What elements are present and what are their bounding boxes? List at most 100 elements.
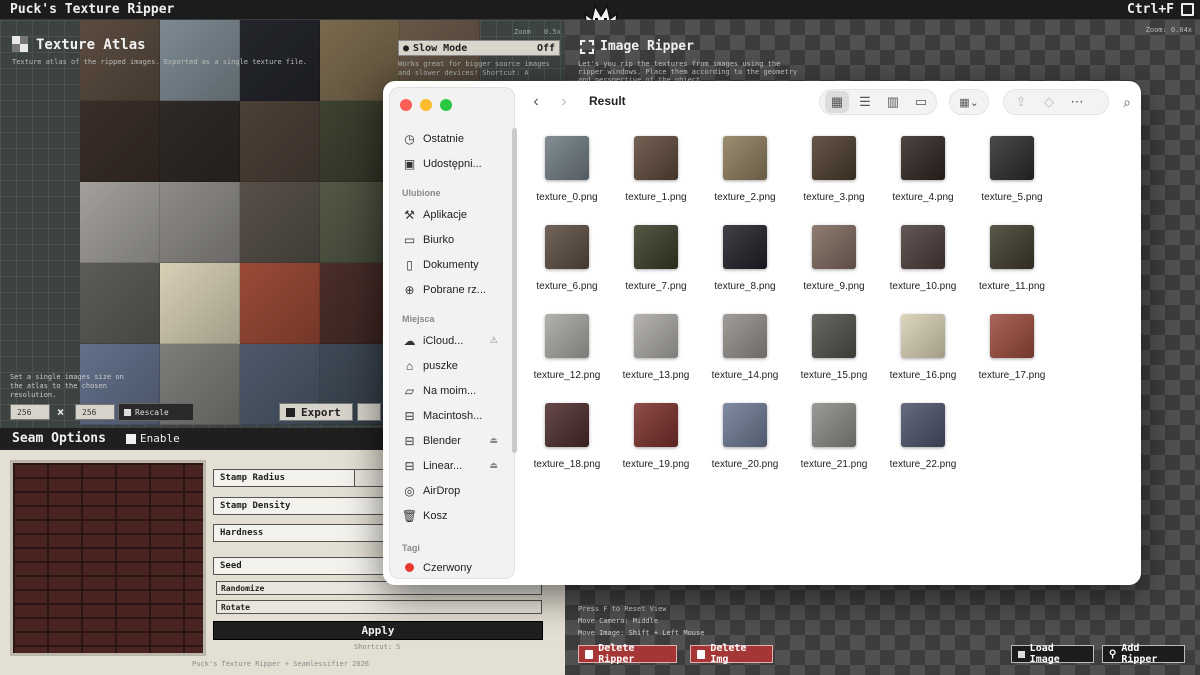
file-name: texture_12.png xyxy=(533,370,601,381)
file-item[interactable]: texture_10.png xyxy=(879,222,967,292)
turtle-icon: ● xyxy=(403,42,410,54)
file-item[interactable]: texture_8.png xyxy=(701,222,789,292)
atlas-tile xyxy=(80,101,160,182)
sidebar-item-trash[interactable]: 🗑 Kosz xyxy=(402,509,512,523)
width-input[interactable]: 256 xyxy=(10,404,50,420)
apply-button[interactable]: Apply xyxy=(213,621,543,640)
slow-mode-toggle[interactable]: ● Slow Mode Off xyxy=(398,40,560,56)
tag-icon[interactable]: ◇ xyxy=(1037,90,1061,114)
finder-window[interactable]: ◷ Ostatnie ▣ Udostępni... Ulubione ⚒ Aplika… xyxy=(383,81,1141,585)
file-item[interactable]: texture_14.png xyxy=(701,311,789,381)
clock-icon: ◷ xyxy=(404,131,415,146)
file-item[interactable]: texture_1.png xyxy=(612,133,700,203)
sidebar-item-blender[interactable]: ⊟ Blender ⏏ xyxy=(402,434,512,448)
seam-title: Seam Options xyxy=(12,431,106,446)
sidebar-item-icloud[interactable]: ☁ iCloud... ⚠ xyxy=(402,334,512,348)
file-item[interactable]: texture_11.png xyxy=(968,222,1056,292)
file-item[interactable]: texture_21.png xyxy=(790,400,878,470)
zoom-icon[interactable] xyxy=(440,99,452,111)
file-item[interactable]: texture_0.png xyxy=(523,133,611,203)
file-thumbnail xyxy=(723,136,767,180)
export-button[interactable]: Export xyxy=(279,403,353,421)
file-name: texture_19.png xyxy=(622,459,690,470)
document-icon: ▯ xyxy=(406,257,413,272)
file-item[interactable]: texture_9.png xyxy=(790,222,878,292)
sidebar-item-airdrop[interactable]: ◎ AirDrop xyxy=(402,484,512,498)
sidebar-item-documents[interactable]: ▯ Dokumenty xyxy=(402,257,512,272)
sidebar-item-label: Udostępni... xyxy=(423,157,482,170)
file-name: texture_5.png xyxy=(981,192,1043,203)
sidebar-item-label: Czerwony xyxy=(423,561,472,574)
minimize-icon[interactable] xyxy=(420,99,432,111)
more-icon[interactable]: ⋯ xyxy=(1065,90,1089,114)
file-name: texture_9.png xyxy=(803,281,865,292)
search-icon[interactable]: ⌕ xyxy=(1115,90,1139,114)
atlas-tile xyxy=(240,263,320,344)
group-icon: ▦⌄ xyxy=(959,96,979,109)
gallery-view-icon[interactable]: ▭ xyxy=(909,90,933,114)
help-text: Press F to Reset View Move Camera: Middl… xyxy=(578,603,704,639)
file-item[interactable]: texture_19.png xyxy=(612,400,700,470)
file-item[interactable]: texture_18.png xyxy=(523,400,611,470)
export-extra-button[interactable] xyxy=(357,403,381,421)
icon-view-icon[interactable]: ▦ xyxy=(825,91,849,113)
sidebar-scrollbar[interactable] xyxy=(512,128,517,453)
sidebar-item-shared[interactable]: ▣ Udostępni... xyxy=(402,157,512,171)
eject-icon[interactable]: ⏏ xyxy=(489,460,498,471)
file-item[interactable]: texture_4.png xyxy=(879,133,967,203)
fullscreen-icon[interactable] xyxy=(1181,3,1194,16)
forward-icon[interactable]: › xyxy=(555,90,573,114)
file-item[interactable]: texture_16.png xyxy=(879,311,967,381)
desktop-icon: ▭ xyxy=(403,232,416,247)
delete-img-button[interactable]: Delete Img xyxy=(690,643,773,665)
file-item[interactable]: texture_13.png xyxy=(612,311,700,381)
sidebar-item-recent[interactable]: ◷ Ostatnie xyxy=(402,131,512,146)
file-thumbnail xyxy=(812,314,856,358)
sidebar-item-downloads[interactable]: ⊕ Pobrane rz... xyxy=(402,282,512,297)
load-image-button[interactable]: Load Image xyxy=(1011,643,1094,665)
file-name: texture_0.png xyxy=(536,192,598,203)
file-item[interactable]: texture_7.png xyxy=(612,222,700,292)
share-icon[interactable]: ⇪ xyxy=(1009,90,1033,114)
rotate-toggle[interactable]: Rotate xyxy=(216,600,542,614)
file-name: texture_7.png xyxy=(625,281,687,292)
atlas-tile xyxy=(80,182,160,263)
column-view-icon[interactable]: ▥ xyxy=(881,90,905,114)
atlas-description: Texture atlas of the ripped images. Expo… xyxy=(12,58,308,66)
file-thumbnail xyxy=(634,136,678,180)
add-ripper-button[interactable]: ⚲ Add Ripper xyxy=(1102,643,1185,665)
close-icon[interactable] xyxy=(400,99,412,111)
checkbox-icon xyxy=(124,408,131,416)
file-item[interactable]: texture_22.png xyxy=(879,400,967,470)
trash-icon xyxy=(697,649,706,659)
sidebar-item-desktop[interactable]: ▭ Biurko xyxy=(402,232,512,247)
file-item[interactable]: texture_3.png xyxy=(790,133,878,203)
atlas-tile xyxy=(160,101,240,182)
file-item[interactable]: texture_5.png xyxy=(968,133,1056,203)
sidebar-item-tag-red[interactable]: Czerwony xyxy=(402,561,512,574)
back-icon[interactable]: ‹ xyxy=(527,90,545,114)
file-item[interactable]: texture_6.png xyxy=(523,222,611,292)
file-thumbnail xyxy=(545,403,589,447)
file-thumbnail xyxy=(634,403,678,447)
sidebar-item-home[interactable]: ⌂ puszke xyxy=(402,359,512,373)
sidebar-item-applications[interactable]: ⚒ Aplikacje xyxy=(402,208,512,222)
delete-ripper-button[interactable]: Delete Ripper xyxy=(578,643,677,665)
file-item[interactable]: texture_2.png xyxy=(701,133,789,203)
eject-icon[interactable]: ⏏ xyxy=(489,435,498,446)
download-icon: ⊕ xyxy=(404,282,415,297)
finder-sidebar: ◷ Ostatnie ▣ Udostępni... Ulubione ⚒ Aplika… xyxy=(389,87,517,579)
rotate-label: Rotate xyxy=(221,602,250,612)
list-view-icon[interactable]: ☰ xyxy=(853,90,877,114)
file-item[interactable]: texture_15.png xyxy=(790,311,878,381)
file-name: texture_3.png xyxy=(803,192,865,203)
sidebar-item-linear[interactable]: ⊟ Linear... ⏏ xyxy=(402,459,512,473)
file-item[interactable]: texture_20.png xyxy=(701,400,789,470)
seam-enable-checkbox[interactable]: Enable xyxy=(126,432,180,445)
rescale-checkbox[interactable]: Rescale xyxy=(118,403,194,421)
height-input[interactable]: 256 xyxy=(75,404,115,420)
sidebar-item-macintosh[interactable]: ⊟ Macintosh... xyxy=(402,409,512,423)
file-item[interactable]: texture_12.png xyxy=(523,311,611,381)
file-item[interactable]: texture_17.png xyxy=(968,311,1056,381)
sidebar-item-on-my-mac[interactable]: ▱ Na moim... xyxy=(402,384,512,398)
